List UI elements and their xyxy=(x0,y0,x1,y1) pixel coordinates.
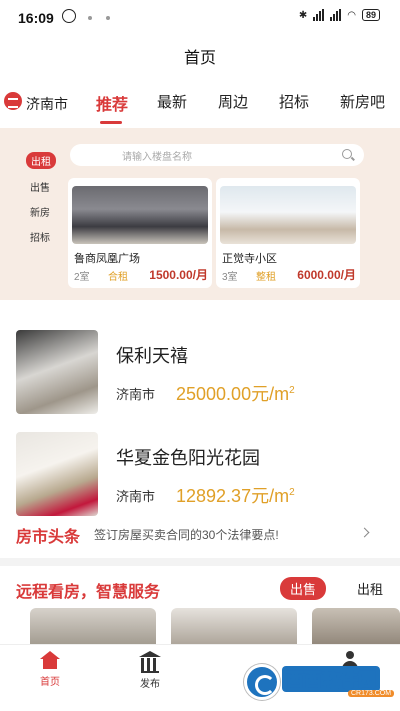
side-item-new[interactable]: 新房 xyxy=(30,204,50,219)
status-right: ✱ ◠ 89 xyxy=(299,9,380,21)
listing-price-value: 25000.00元/m xyxy=(176,384,290,404)
card-name: 鲁商凤凰广场 xyxy=(74,253,140,265)
card-price: 1500.00/月 xyxy=(149,268,208,282)
tab-latest[interactable]: 最新 xyxy=(157,91,187,112)
news-text[interactable]: 签订房屋买卖合同的30个法律要点! xyxy=(94,526,279,543)
card-type: 整租 xyxy=(256,272,276,283)
tab-sale[interactable]: 出售 xyxy=(280,577,327,600)
listing-name: 华夏金色阳光花园 xyxy=(116,448,260,468)
search-input[interactable]: 请输入楼盘名称 xyxy=(70,144,364,166)
chevron-right-icon[interactable] xyxy=(359,527,370,538)
listing-image xyxy=(72,186,208,244)
notification-dot-icon xyxy=(106,16,110,20)
card-rooms: 3室 xyxy=(222,272,238,283)
nav-home-label: 首页 xyxy=(40,677,60,688)
tab-rent[interactable]: 出租 xyxy=(357,577,383,600)
page-title: 首页 xyxy=(183,50,216,67)
nav-home[interactable]: 首页 xyxy=(20,651,80,688)
price-unit-exponent: 2 xyxy=(289,487,295,498)
app-root: 16:09 ✱ ◠ 89 首页 济南市 推荐 最新 周边 招标 新房吧 请输入楼… xyxy=(0,0,400,711)
signal-icon xyxy=(313,9,325,21)
listing-thumbnail xyxy=(16,330,98,414)
card-rooms: 2室 xyxy=(74,272,90,283)
listing-price: 12892.37元/m2 xyxy=(176,482,295,508)
tab-recommend[interactable]: 推荐 xyxy=(96,91,128,115)
remote-section-title: 远程看房，智慧服务 xyxy=(16,584,161,601)
listing-card[interactable]: 正觉寺小区 3室 整租 6000.00/月 xyxy=(216,178,360,288)
watermark-logo-icon xyxy=(244,664,280,700)
building-icon xyxy=(139,651,161,673)
card-price: 6000.00/月 xyxy=(297,268,356,282)
tab-nearby[interactable]: 周边 xyxy=(218,91,248,112)
nav-publish-label: 发布 xyxy=(140,679,160,690)
card-name: 正觉寺小区 xyxy=(222,253,277,265)
listing-image xyxy=(220,186,356,244)
watermark-text: 西西软件园 xyxy=(282,666,380,692)
side-item-rent[interactable]: 出租 xyxy=(26,152,56,169)
home-icon xyxy=(40,651,60,669)
watermark: 西西软件园 CR173.COM xyxy=(244,664,395,704)
listing-card[interactable]: 鲁商凤凰广场 2室 合租 1500.00/月 xyxy=(68,178,212,288)
tab-new-house[interactable]: 新房吧 xyxy=(340,91,385,112)
search-placeholder: 请输入楼盘名称 xyxy=(122,152,192,163)
tab-underline xyxy=(100,121,122,124)
news-label: 房市头条 xyxy=(16,529,81,546)
section-divider xyxy=(0,558,400,566)
listing-price: 25000.00元/m2 xyxy=(176,380,295,406)
list-item[interactable]: 保利天禧 济南市 25000.00元/m2 xyxy=(0,330,400,430)
list-item[interactable]: 华夏金色阳光花园 济南市 12892.37元/m2 xyxy=(0,432,400,532)
listing-city: 济南市 xyxy=(116,387,156,402)
listing-city: 济南市 xyxy=(116,489,156,504)
tab-row: 济南市 推荐 最新 周边 招标 新房吧 xyxy=(0,88,400,118)
watermark-url: CR173.COM xyxy=(348,690,395,697)
city-icon[interactable] xyxy=(4,92,22,110)
listing-thumbnail xyxy=(16,432,98,516)
side-item-bid[interactable]: 招标 xyxy=(30,229,50,244)
listing-name: 保利天禧 xyxy=(116,346,188,366)
status-bar: 16:09 ✱ ◠ 89 xyxy=(0,0,400,36)
wifi-icon: ◠ xyxy=(347,9,356,21)
side-item-sale[interactable]: 出售 xyxy=(30,179,50,194)
search-icon[interactable] xyxy=(342,149,352,159)
status-time: 16:09 xyxy=(18,10,54,26)
tab-bidding[interactable]: 招标 xyxy=(279,91,309,112)
news-headline-row[interactable]: 房市头条 签订房屋买卖合同的30个法律要点! xyxy=(0,520,400,548)
alarm-icon xyxy=(62,9,76,23)
price-unit-exponent: 2 xyxy=(289,385,295,396)
card-type: 合租 xyxy=(108,272,128,283)
listing-price-value: 12892.37元/m xyxy=(176,486,290,506)
signal-icon xyxy=(330,9,342,21)
battery-icon: 89 xyxy=(361,9,380,21)
nav-publish[interactable]: 发布 xyxy=(120,651,180,690)
bluetooth-icon: ✱ xyxy=(298,9,308,21)
city-selector[interactable]: 济南市 xyxy=(26,94,68,114)
notification-dot-icon xyxy=(88,16,92,20)
